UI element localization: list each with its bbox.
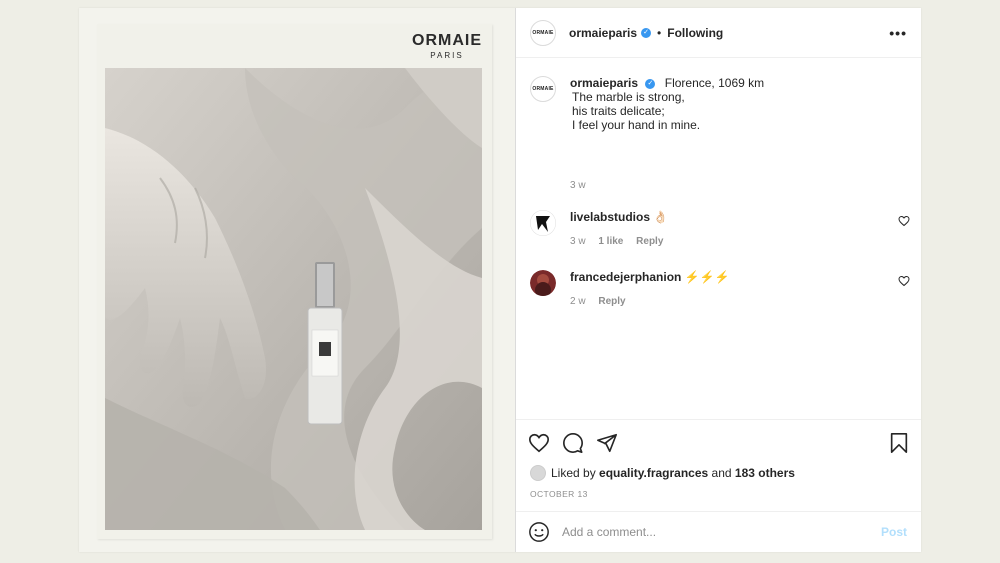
bookmark-icon[interactable] [889,432,909,454]
post-date[interactable]: OCTOBER 13 [530,489,588,499]
likes-summary: Liked by equality.fragrances and 183 oth… [530,465,795,481]
liker-avatar[interactable] [530,465,546,481]
liked-user[interactable]: equality.fragrances [599,466,708,480]
heart-icon[interactable] [898,215,910,227]
following-button[interactable]: Following [667,26,723,40]
avatar[interactable]: ORMAIE [530,19,556,46]
add-comment-bar: Add a comment... Post [516,511,921,552]
post-panel: ORMAIE ormaieparis ✓ • Following ••• ORM… [516,8,921,552]
reply-button[interactable]: Reply [636,236,663,247]
caption-line: his traits delicate; [572,104,665,118]
heart-icon[interactable] [898,275,910,287]
commenter-avatar[interactable] [530,270,556,296]
poster-card: ORMAIE PARIS [97,24,492,539]
post-frame: ORMAIE PARIS ORMAIE ormaieparis ✓ • Foll… [79,8,921,552]
post-actions: Liked by equality.fragrances and 183 oth… [516,419,921,511]
brand-city: PARIS [430,51,464,60]
brand-name: ORMAIE [412,32,482,49]
comment-text: ⚡⚡⚡ [684,270,730,284]
brand-logo: ORMAIE PARIS [412,32,482,60]
marble-sculpture-photo [105,68,482,530]
share-send-icon[interactable] [596,432,618,454]
comment-username[interactable]: francedejerphanion [570,270,681,284]
header-username[interactable]: ormaieparis [569,26,637,40]
comment-input[interactable]: Add a comment... [562,525,656,539]
post-button[interactable]: Post [881,525,907,539]
post-caption: ORMAIE ormaieparis ✓ Florence, 1069 km T… [530,76,910,191]
commenter-avatar[interactable] [530,210,556,236]
caption-line: I feel your hand in mine. [572,118,701,132]
separator-dot: • [657,25,662,40]
post-header: ORMAIE ormaieparis ✓ • Following ••• [516,8,921,58]
caption-avatar[interactable]: ORMAIE [530,76,556,102]
caption-timestamp[interactable]: 3 w [570,180,586,191]
verified-badge-icon: ✓ [645,78,656,89]
more-options-icon[interactable]: ••• [889,25,907,41]
caption-line: The marble is strong, [572,90,685,104]
caption-location[interactable]: Florence, [665,76,715,90]
smiley-icon[interactable] [528,521,550,543]
sculpture-illustration [105,68,482,530]
comment-bubble-icon[interactable] [562,432,584,454]
caption-username[interactable]: ormaieparis [570,76,638,90]
comment-time[interactable]: 3 w [570,236,586,247]
comment-text: 👌🏻 [653,210,669,224]
like-heart-icon[interactable] [528,432,550,454]
comment-likes[interactable]: 1 like [598,236,623,247]
post-media[interactable]: ORMAIE PARIS [79,8,516,552]
verified-badge-icon: ✓ [641,27,652,38]
liked-and: and [711,466,732,480]
caption-distance: 1069 km [718,76,765,90]
avatar-text: ORMAIE [532,86,554,92]
avatar-text: ORMAIE [532,29,554,36]
comment-username[interactable]: livelabstudios [570,210,650,224]
liked-prefix: Liked by [551,466,596,480]
reply-button[interactable]: Reply [598,296,625,307]
comment-time[interactable]: 2 w [570,296,586,307]
liked-others[interactable]: 183 others [735,466,795,480]
